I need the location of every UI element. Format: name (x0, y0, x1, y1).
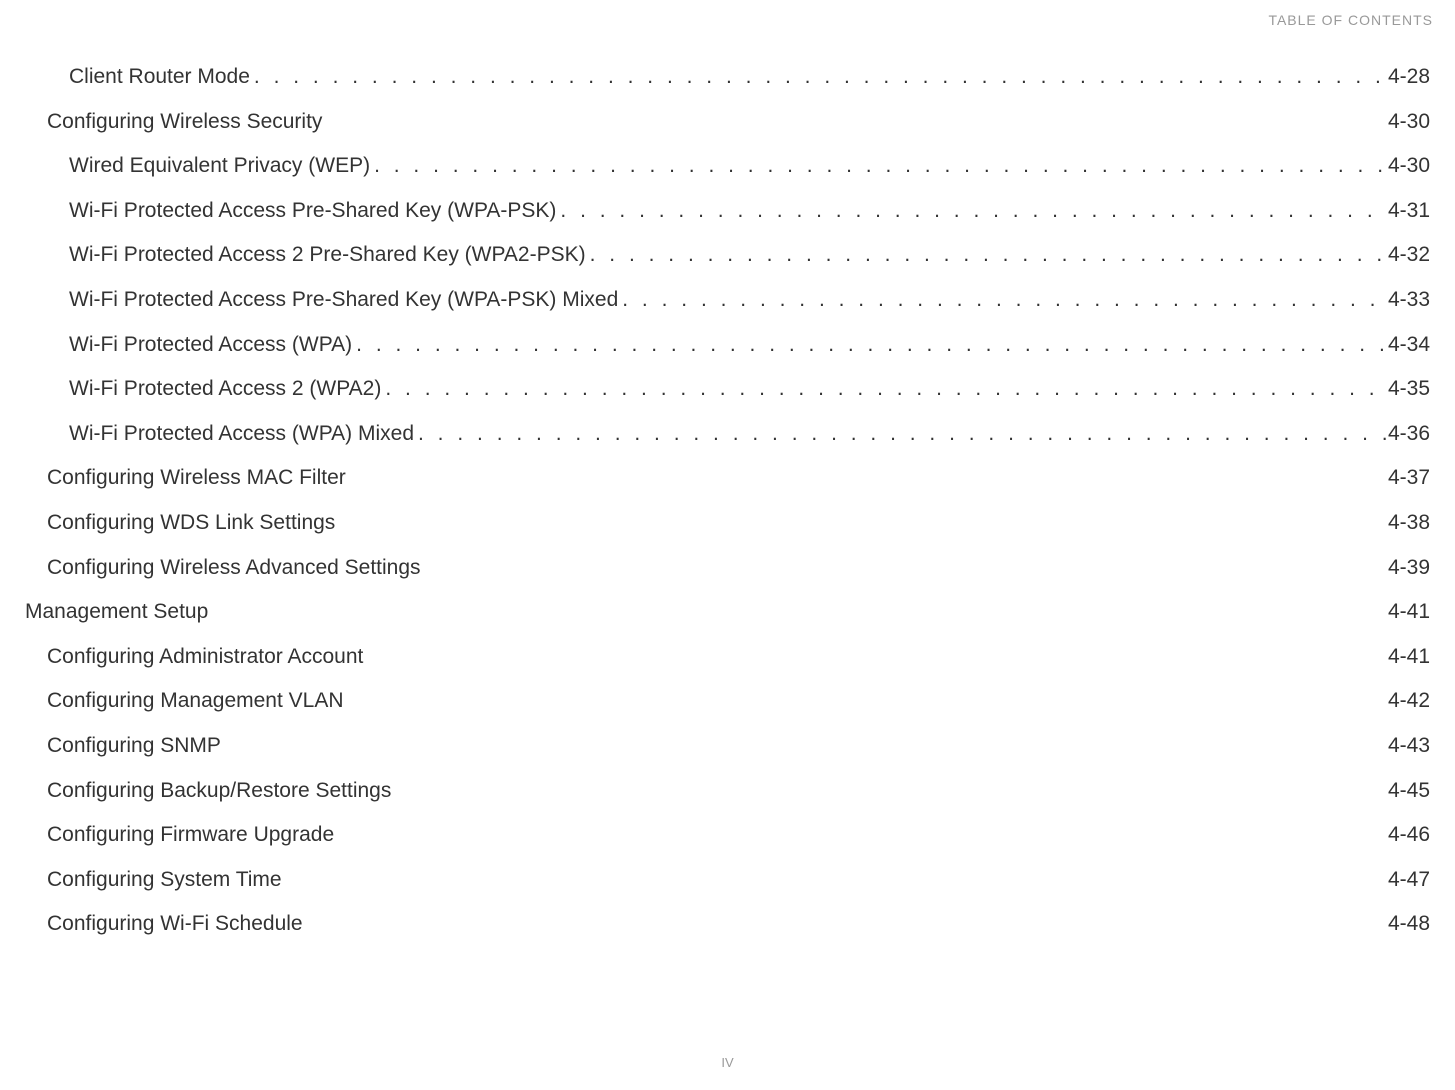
toc-page: 4-36 (1388, 417, 1430, 451)
toc-page: 4-39 (1388, 551, 1430, 585)
toc-page: 4-33 (1388, 283, 1430, 317)
toc-entry[interactable]: Configuring Administrator Account 4-41 (25, 640, 1430, 674)
toc-title: Management Setup (25, 595, 208, 629)
toc-title: Wi-Fi Protected Access (WPA) (69, 328, 352, 362)
toc-entry[interactable]: Wi-Fi Protected Access (WPA) Mixed 4-36 (25, 417, 1430, 451)
toc-leader (618, 283, 1388, 317)
toc-leader (381, 372, 1388, 406)
toc-title: Configuring Wireless Security (47, 105, 322, 139)
toc-title: Configuring Backup/Restore Settings (47, 774, 391, 808)
toc-leader (352, 328, 1388, 362)
toc-page: 4-42 (1388, 684, 1430, 718)
toc-page: 4-41 (1388, 595, 1430, 629)
toc-page: 4-31 (1388, 194, 1430, 228)
toc-entry[interactable]: Wi-Fi Protected Access 2 (WPA2) 4-35 (25, 372, 1430, 406)
toc-leader (586, 238, 1388, 272)
toc-entry[interactable]: Configuring WDS Link Settings 4-38 (25, 506, 1430, 540)
toc-entry[interactable]: Wi-Fi Protected Access 2 Pre-Shared Key … (25, 238, 1430, 272)
toc-page: 4-32 (1388, 238, 1430, 272)
toc-page: 4-47 (1388, 863, 1430, 897)
toc-page: 4-41 (1388, 640, 1430, 674)
toc-title: Configuring Wi-Fi Schedule (47, 907, 303, 941)
page-number: IV (721, 1055, 733, 1070)
toc-title: Wi-Fi Protected Access 2 (WPA2) (69, 372, 381, 406)
toc-leader (556, 194, 1388, 228)
toc-entry[interactable]: Configuring Wireless Security 4-30 (25, 105, 1430, 139)
toc-page: 4-30 (1388, 105, 1430, 139)
toc-title: Wi-Fi Protected Access 2 Pre-Shared Key … (69, 238, 586, 272)
toc-title: Configuring Wireless Advanced Settings (47, 551, 421, 585)
toc-title: Configuring WDS Link Settings (47, 506, 335, 540)
toc-title: Configuring Wireless MAC Filter (47, 461, 346, 495)
toc-title: Wi-Fi Protected Access Pre-Shared Key (W… (69, 283, 618, 317)
toc-page: 4-35 (1388, 372, 1430, 406)
toc-title: Configuring System Time (47, 863, 282, 897)
toc-title: Configuring Administrator Account (47, 640, 363, 674)
toc-page: 4-43 (1388, 729, 1430, 763)
toc-entry[interactable]: Configuring Wireless MAC Filter 4-37 (25, 461, 1430, 495)
toc-entry[interactable]: Wi-Fi Protected Access Pre-Shared Key (W… (25, 194, 1430, 228)
toc-leader (250, 60, 1388, 94)
toc-entry[interactable]: Management Setup 4-41 (25, 595, 1430, 629)
toc-entry[interactable]: Configuring Wi-Fi Schedule 4-48 (25, 907, 1430, 941)
toc-title: Configuring SNMP (47, 729, 221, 763)
toc-title: Configuring Firmware Upgrade (47, 818, 334, 852)
toc-leader (414, 417, 1388, 451)
toc-page: 4-34 (1388, 328, 1430, 362)
toc-entry[interactable]: Wi-Fi Protected Access Pre-Shared Key (W… (25, 283, 1430, 317)
toc-title: Wi-Fi Protected Access Pre-Shared Key (W… (69, 194, 556, 228)
toc-page: 4-46 (1388, 818, 1430, 852)
toc-entry[interactable]: Configuring Wireless Advanced Settings 4-… (25, 551, 1430, 585)
header-label: TABLE OF CONTENTS (1268, 12, 1433, 28)
toc-page: 4-30 (1388, 149, 1430, 183)
toc-title: Configuring Management VLAN (47, 684, 344, 718)
toc-page: 4-38 (1388, 506, 1430, 540)
toc-entry[interactable]: Wi-Fi Protected Access (WPA) 4-34 (25, 328, 1430, 362)
toc-title: Client Router Mode (69, 60, 250, 94)
toc-page: 4-37 (1388, 461, 1430, 495)
toc-page: 4-45 (1388, 774, 1430, 808)
toc-page: 4-48 (1388, 907, 1430, 941)
toc-entry[interactable]: Configuring System Time 4-47 (25, 863, 1430, 897)
toc-container: Client Router Mode 4-28 Configuring Wirele… (0, 0, 1455, 941)
toc-leader (370, 149, 1388, 183)
toc-title: Wi-Fi Protected Access (WPA) Mixed (69, 417, 414, 451)
toc-entry[interactable]: Configuring SNMP 4-43 (25, 729, 1430, 763)
toc-entry[interactable]: Wired Equivalent Privacy (WEP) 4-30 (25, 149, 1430, 183)
toc-title: Wired Equivalent Privacy (WEP) (69, 149, 370, 183)
toc-entry[interactable]: Client Router Mode 4-28 (25, 60, 1430, 94)
toc-page: 4-28 (1388, 60, 1430, 94)
toc-entry[interactable]: Configuring Management VLAN 4-42 (25, 684, 1430, 718)
toc-entry[interactable]: Configuring Firmware Upgrade 4-46 (25, 818, 1430, 852)
toc-entry[interactable]: Configuring Backup/Restore Settings 4-45 (25, 774, 1430, 808)
